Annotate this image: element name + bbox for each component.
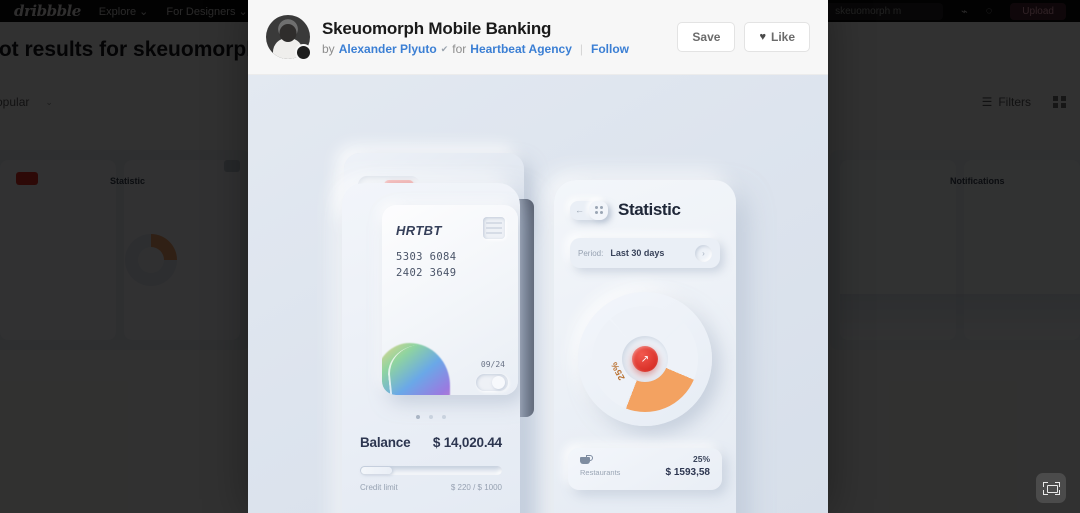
chevron-right-icon[interactable]: ›: [695, 244, 712, 262]
author-link[interactable]: Alexander Plyuto: [339, 42, 437, 56]
statistic-panel: ← Statistic Period: Last 30 days › 25% ↗…: [554, 180, 736, 513]
screen: dribbble Explore ⌄ For Designers ⌄ Hire …: [0, 0, 1080, 513]
donut-chart[interactable]: 25% ↗: [578, 292, 712, 426]
header-segmented-control[interactable]: ←: [570, 200, 608, 220]
modal-actions: Save ♥ Like: [677, 22, 810, 52]
card-number: 5303 6084 2402 3649: [396, 249, 457, 282]
category-percent: 25%: [692, 454, 710, 464]
team-badge-icon: [295, 44, 312, 61]
category-name: Restaurants: [580, 468, 621, 477]
credit-progress-fill: [361, 467, 393, 474]
category-bottom-row: Restaurants $ 1593,58: [580, 467, 710, 478]
avatar[interactable]: [266, 15, 312, 61]
dot-3[interactable]: [442, 415, 446, 419]
follow-button[interactable]: Follow: [591, 42, 629, 56]
save-label: Save: [692, 30, 721, 44]
like-label: Like: [770, 30, 795, 44]
byline-divider: |: [579, 42, 583, 57]
dot-1[interactable]: [416, 415, 420, 419]
team-link[interactable]: Heartbeat Agency: [470, 42, 572, 56]
carousel-dots[interactable]: [342, 415, 520, 419]
card-panel: HRTBT 5303 6084 2402 3649 09/24 Balance …: [342, 183, 520, 513]
modal-header: Skeuomorph Mobile Banking by Alexander P…: [248, 0, 828, 75]
credit-progress-bar: [360, 466, 502, 475]
card-chip-icon: [483, 217, 505, 239]
restaurant-icon: [580, 454, 593, 464]
shot-image: OFF Notify about new services HRTBT 5303…: [248, 75, 828, 513]
balance-value: $ 14,020.44: [432, 435, 502, 450]
dot-2[interactable]: [429, 415, 433, 419]
byline: by Alexander Plyuto ✔ for Heartbeat Agen…: [322, 42, 665, 56]
card-number-line2: 2402 3649: [396, 267, 457, 280]
category-top-row: 25%: [580, 454, 710, 464]
period-value: Last 30 days: [610, 248, 665, 258]
save-button[interactable]: Save: [677, 22, 736, 52]
statistic-title: Statistic: [618, 200, 681, 219]
arrow-left-icon[interactable]: ←: [570, 201, 589, 220]
shot-modal: Skeuomorph Mobile Banking by Alexander P…: [248, 0, 828, 513]
period-label: Period:: [578, 248, 604, 258]
credit-limit-value: $ 220 / $ 1000: [450, 483, 502, 492]
balance-row: Balance $ 14,020.44: [360, 435, 502, 450]
balance-label: Balance: [360, 435, 411, 450]
card-brand: HRTBT: [396, 223, 442, 238]
bank-card[interactable]: HRTBT 5303 6084 2402 3649 09/24: [382, 205, 518, 395]
credit-limit-row: Credit limit $ 220 / $ 1000: [360, 483, 502, 492]
grid-menu-icon[interactable]: [589, 200, 608, 220]
card-expiry: 09/24: [480, 360, 505, 369]
credit-limit-label: Credit limit: [360, 483, 398, 492]
card-number-line1: 5303 6084: [396, 251, 457, 263]
category-amount: $ 1593,58: [665, 467, 711, 478]
card-toggle-knob[interactable]: [476, 374, 508, 391]
for-prefix: for: [452, 42, 467, 57]
modal-title-block: Skeuomorph Mobile Banking by Alexander P…: [322, 18, 665, 56]
verified-badge-icon: ✔: [440, 43, 449, 54]
shot-title: Skeuomorph Mobile Banking: [322, 18, 552, 38]
period-selector[interactable]: Period: Last 30 days ›: [570, 238, 720, 268]
statistic-header: ← Statistic: [570, 200, 681, 220]
like-button[interactable]: ♥ Like: [744, 22, 810, 52]
by-prefix: by: [322, 42, 335, 57]
category-card[interactable]: 25% Restaurants $ 1593,58: [568, 448, 722, 490]
heart-icon: ♥: [759, 31, 766, 43]
arrow-up-right-icon[interactable]: ↗: [632, 346, 658, 372]
fullscreen-icon[interactable]: [1036, 473, 1066, 503]
